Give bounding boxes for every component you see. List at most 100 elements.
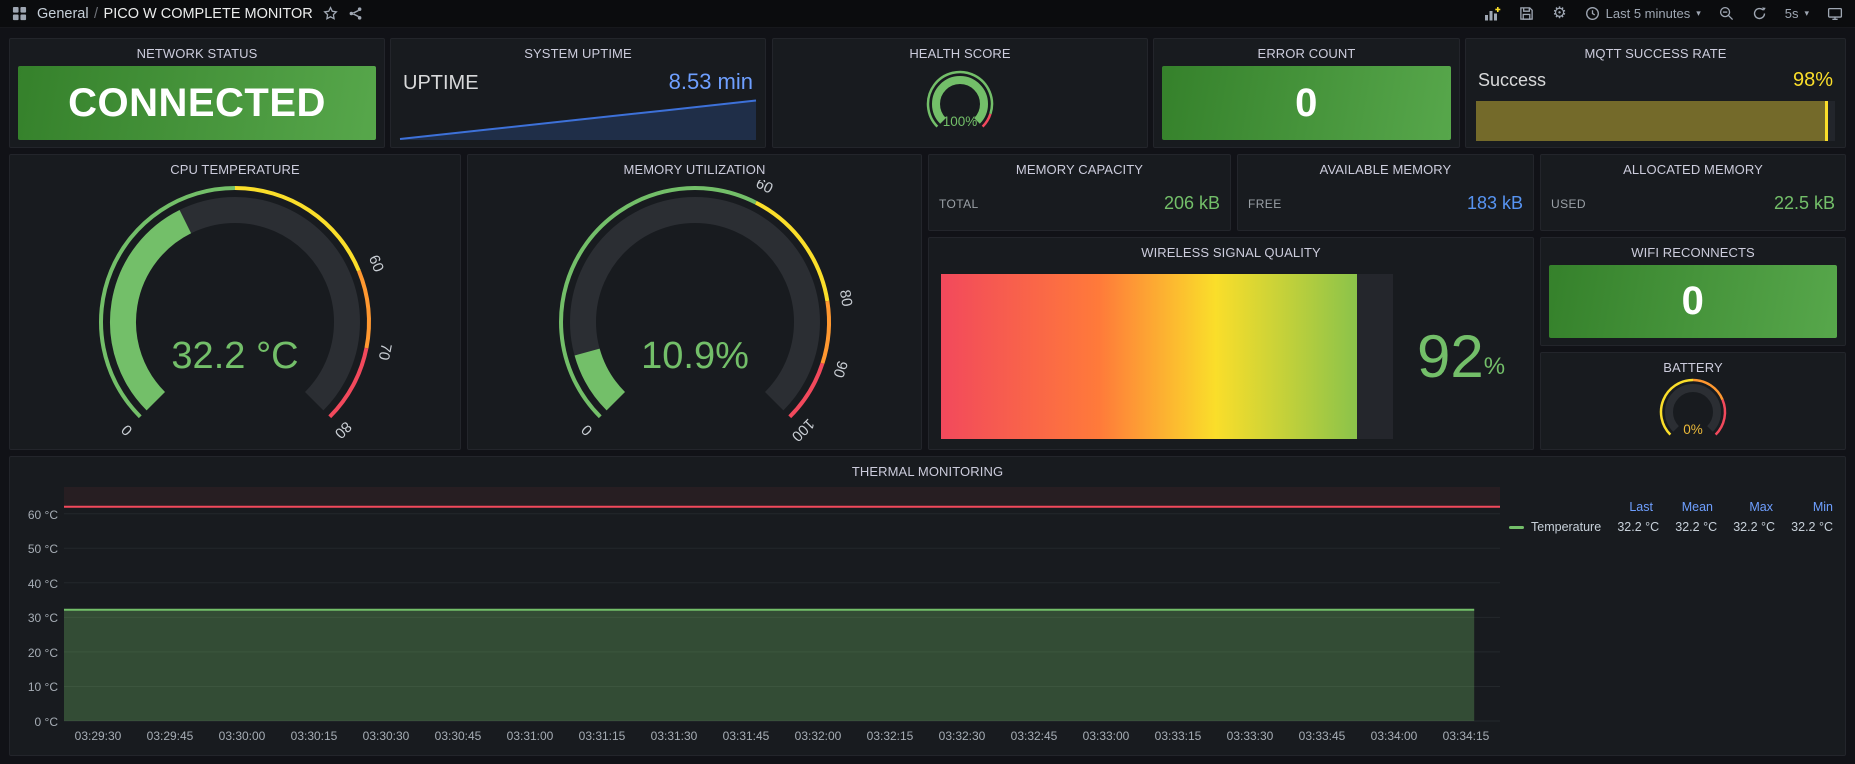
navbar: General / PICO W COMPLETE MONITOR ⚙ Last… bbox=[0, 0, 1855, 28]
panel-title[interactable]: AVAILABLE MEMORY bbox=[1238, 155, 1533, 177]
panel-title[interactable]: CPU TEMPERATURE bbox=[10, 155, 460, 177]
svg-text:32.2 °C: 32.2 °C bbox=[171, 335, 298, 377]
memory-capacity-value: 206 kB bbox=[1163, 193, 1220, 213]
wireless-bar-track bbox=[941, 274, 1393, 439]
clock-icon bbox=[1585, 7, 1599, 20]
panel-wireless-signal-quality: WIRELESS SIGNAL QUALITY 92 % bbox=[928, 237, 1534, 450]
svg-text:70: 70 bbox=[375, 342, 395, 362]
legend-value-max: 32.2 °C bbox=[1733, 520, 1776, 534]
network-status-box: CONNECTED bbox=[18, 66, 376, 140]
error-count-value: 0 bbox=[1295, 80, 1318, 125]
panel-error-count: ERROR COUNT 0 bbox=[1153, 38, 1460, 148]
apps-grid-icon[interactable] bbox=[12, 6, 27, 21]
mqtt-bar-fill bbox=[1476, 101, 1828, 141]
svg-text:100: 100 bbox=[787, 415, 817, 445]
thermal-x-axis: 03:29:30 03:29:45 03:30:00 03:30:15 03:30:30… bbox=[74, 729, 1490, 743]
network-status-value: CONNECTED bbox=[68, 80, 326, 125]
panel-title[interactable]: MEMORY UTILIZATION bbox=[468, 155, 921, 177]
legend-header-max[interactable]: Max bbox=[1713, 500, 1773, 514]
panel-title[interactable]: WIFI RECONNECTS bbox=[1541, 238, 1845, 260]
svg-text:0%: 0% bbox=[1683, 422, 1703, 437]
panel-mqtt-success-rate: MQTT SUCCESS RATE Success 98% bbox=[1465, 38, 1846, 148]
wireless-bar-fill bbox=[941, 274, 1357, 439]
svg-text:100%: 100% bbox=[943, 114, 978, 129]
panel-title[interactable]: BATTERY bbox=[1541, 353, 1845, 375]
mqtt-bar-track bbox=[1476, 101, 1835, 141]
memory-capacity-label: TOTAL bbox=[939, 196, 979, 211]
allocated-memory-value: 22.5 kB bbox=[1773, 193, 1835, 213]
wifi-reconnects-value: 0 bbox=[1681, 279, 1705, 323]
panel-title[interactable]: WIRELESS SIGNAL QUALITY bbox=[929, 238, 1533, 260]
panel-title[interactable]: ERROR COUNT bbox=[1154, 39, 1459, 61]
panel-title[interactable]: ALLOCATED MEMORY bbox=[1541, 155, 1845, 177]
panel-thermal-monitoring: THERMAL MONITORING 0 °C 10 °C 20 °C 30 °C 40… bbox=[9, 456, 1846, 756]
time-range-picker[interactable]: Last 5 minutes ▾ bbox=[1585, 6, 1701, 21]
panel-available-memory: AVAILABLE MEMORY FREE 183 kB bbox=[1237, 154, 1534, 231]
allocated-memory-label: USED bbox=[1551, 196, 1586, 211]
available-memory-value: 183 kB bbox=[1466, 193, 1523, 213]
legend-header-mean[interactable]: Mean bbox=[1653, 500, 1713, 514]
panel-title[interactable]: MQTT SUCCESS RATE bbox=[1466, 39, 1845, 61]
legend-series-toggle[interactable]: Temperature bbox=[1509, 520, 1601, 534]
wireless-signal-number: 92 bbox=[1416, 323, 1484, 390]
refresh-interval-picker[interactable]: 5s ▾ bbox=[1785, 7, 1809, 20]
panel-system-uptime: SYSTEM UPTIME UPTIME 8.53 min bbox=[390, 38, 766, 148]
battery-gauge: 0% bbox=[1541, 377, 1845, 449]
mqtt-bar-cap bbox=[1824, 101, 1828, 141]
available-memory-label: FREE bbox=[1248, 196, 1282, 211]
uptime-series-label: UPTIME bbox=[403, 72, 479, 94]
chevron-down-icon: ▾ bbox=[1696, 8, 1701, 18]
wifi-reconnects-box: 0 bbox=[1549, 265, 1837, 338]
panel-title[interactable]: THERMAL MONITORING bbox=[10, 457, 1845, 479]
panel-battery: BATTERY 0% bbox=[1540, 352, 1846, 450]
time-range-label: Last 5 minutes bbox=[1605, 6, 1691, 21]
legend-header: Last Mean Max Min bbox=[1509, 497, 1833, 517]
chevron-down-icon: ▾ bbox=[1804, 8, 1809, 18]
refresh-icon[interactable] bbox=[1752, 6, 1767, 21]
svg-text:80: 80 bbox=[331, 418, 355, 442]
breadcrumb-separator: / bbox=[94, 5, 99, 22]
add-panel-icon[interactable] bbox=[1484, 6, 1501, 22]
save-dashboard-icon[interactable] bbox=[1519, 6, 1534, 21]
health-score-gauge: 100% bbox=[773, 63, 1147, 147]
wireless-signal-value: 92 % bbox=[1393, 264, 1529, 449]
panel-health-score: HEALTH SCORE 100% bbox=[772, 38, 1148, 148]
panel-wifi-reconnects: WIFI RECONNECTS 0 bbox=[1540, 237, 1846, 346]
uptime-sparkline bbox=[399, 97, 757, 141]
legend-value-mean: 32.2 °C bbox=[1675, 520, 1718, 534]
panel-title[interactable]: MEMORY CAPACITY bbox=[929, 155, 1230, 177]
svg-text:10.9%: 10.9% bbox=[641, 335, 749, 377]
grafana-dashboard: General / PICO W COMPLETE MONITOR ⚙ Last… bbox=[0, 0, 1855, 764]
memory-utilization-gauge: 0 60 80 90 100 10.9% bbox=[468, 179, 921, 449]
share-icon[interactable] bbox=[348, 6, 363, 21]
thermal-y-axis: 0 °C 10 °C 20 °C 30 °C 40 °C 50 °C 60 °C bbox=[27, 508, 58, 729]
svg-text:0: 0 bbox=[118, 421, 136, 439]
dashboard-title: PICO W COMPLETE MONITOR bbox=[103, 5, 313, 22]
legend-header-min[interactable]: Min bbox=[1773, 500, 1833, 514]
svg-text:60: 60 bbox=[365, 253, 387, 275]
panel-title[interactable]: NETWORK STATUS bbox=[10, 39, 384, 61]
svg-text:90: 90 bbox=[829, 359, 850, 380]
zoom-out-icon[interactable] bbox=[1719, 6, 1734, 21]
breadcrumb-folder[interactable]: General bbox=[37, 6, 89, 22]
panel-memory-utilization: MEMORY UTILIZATION 0 60 80 90 100 10.9% bbox=[467, 154, 922, 450]
gear-icon: ⚙ bbox=[1552, 4, 1567, 22]
panel-memory-capacity: MEMORY CAPACITY TOTAL 206 kB bbox=[928, 154, 1231, 231]
panel-allocated-memory: ALLOCATED MEMORY USED 22.5 kB bbox=[1540, 154, 1846, 231]
panel-title[interactable]: HEALTH SCORE bbox=[773, 39, 1147, 61]
error-count-box: 0 bbox=[1162, 66, 1451, 140]
panel-title[interactable]: SYSTEM UPTIME bbox=[391, 39, 765, 61]
mqtt-value: 98% bbox=[1792, 69, 1833, 91]
star-icon[interactable] bbox=[322, 6, 338, 21]
kiosk-mode-icon[interactable] bbox=[1827, 6, 1843, 21]
legend-header-last[interactable]: Last bbox=[1593, 500, 1653, 514]
refresh-interval-label: 5s bbox=[1784, 6, 1799, 21]
dashboard-settings-icon[interactable]: ⚙ bbox=[1552, 4, 1567, 22]
thermal-plot bbox=[64, 487, 1500, 727]
panel-network-status: NETWORK STATUS CONNECTED bbox=[9, 38, 385, 148]
legend-series-row: Temperature 32.2 °C 32.2 °C 32.2 °C 32.2… bbox=[1509, 517, 1833, 537]
legend-series-name: Temperature bbox=[1531, 520, 1602, 534]
breadcrumb: General / PICO W COMPLETE MONITOR bbox=[37, 5, 313, 23]
legend-value-last: 32.2 °C bbox=[1617, 520, 1660, 534]
legend-value-min: 32.2 °C bbox=[1791, 520, 1833, 534]
